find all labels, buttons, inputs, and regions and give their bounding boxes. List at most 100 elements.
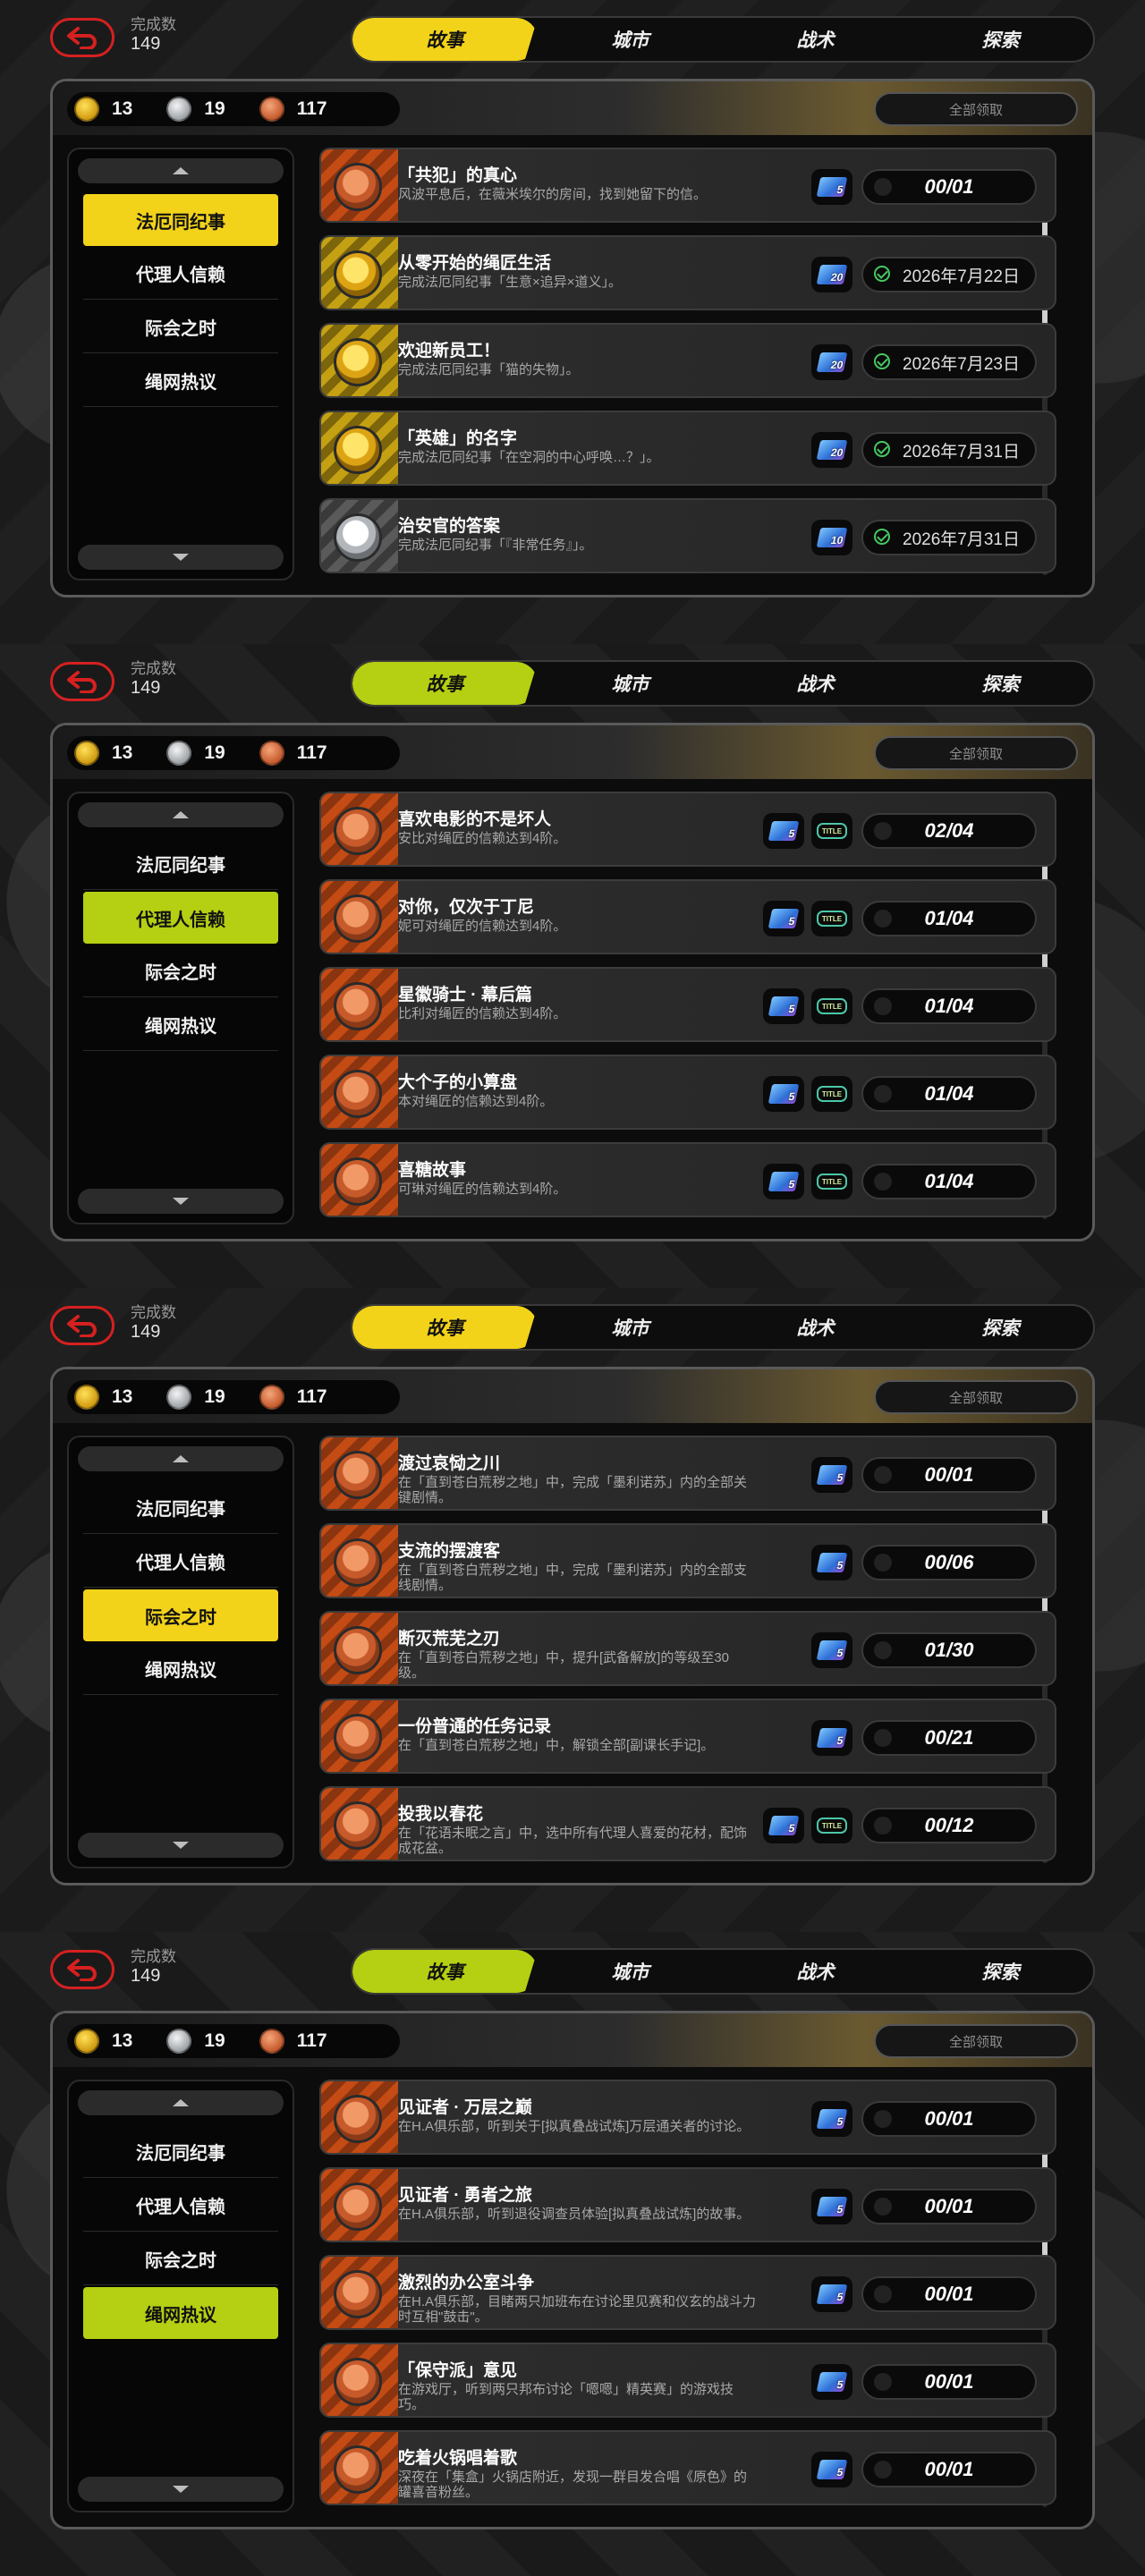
title-reward[interactable]: TITLE	[811, 1808, 852, 1843]
tab-2[interactable]: 战术	[723, 1950, 908, 1993]
sidebar-item-0[interactable]: 法厄同纪事	[83, 838, 278, 890]
sidebar-item-3[interactable]: 绳网热议	[83, 1643, 278, 1695]
back-button[interactable]	[50, 662, 114, 701]
quest-progress[interactable]: 01/30	[861, 1632, 1037, 1668]
quest-row[interactable]: 见证者 · 勇者之旅 在H.A俱乐部，听到退役调查员体验[拟真叠战试炼]的故事。 5…	[319, 2167, 1056, 2242]
card-reward[interactable]: 5	[811, 2452, 852, 2487]
sidebar-scroll-up-button[interactable]	[78, 802, 284, 827]
quest-row[interactable]: 喜欢电影的不是坏人 安比对绳匠的信赖达到4阶。 TITLE 5 02/04	[319, 792, 1056, 867]
sidebar-item-2[interactable]: 际会之时	[83, 2233, 278, 2285]
quest-row[interactable]: 支流的摆渡客 在「直到苍白荒秽之地」中，完成「墨利诺苏」内的全部支线剧情。 5 00/…	[319, 1523, 1056, 1598]
back-button[interactable]	[50, 18, 114, 57]
quest-row[interactable]: 一份普通的任务记录 在「直到苍白荒秽之地」中，解锁全部[副课长手记]。 5 00/21	[319, 1699, 1056, 1774]
title-reward[interactable]: TITLE	[811, 1164, 852, 1199]
tab-0[interactable]: 故事	[352, 18, 538, 61]
quest-row[interactable]: 对你，仅次于丁尼 妮可对绳匠的信赖达到4阶。 TITLE 5 01/04	[319, 879, 1056, 954]
card-reward[interactable]: 5	[811, 2276, 852, 2312]
quest-row[interactable]: 大个子的小算盘 本对绳匠的信赖达到4阶。 TITLE 5 01/04	[319, 1055, 1056, 1130]
title-reward[interactable]: TITLE	[811, 813, 852, 849]
claim-all-button[interactable]: 全部领取	[874, 736, 1078, 770]
sidebar-item-1[interactable]: 代理人信赖	[83, 1536, 278, 1588]
tab-3[interactable]: 探索	[908, 1306, 1093, 1349]
quest-row[interactable]: 欢迎新员工！ 完成法厄同纪事「猫的失物」。 20 2026年7月23日	[319, 323, 1056, 398]
quest-progress[interactable]: 00/01	[861, 1457, 1037, 1493]
quest-progress[interactable]: 02/04	[861, 813, 1037, 849]
tab-2[interactable]: 战术	[723, 662, 908, 705]
tab-3[interactable]: 探索	[908, 18, 1093, 61]
quest-progress[interactable]: 00/12	[861, 1808, 1037, 1843]
tab-3[interactable]: 探索	[908, 1950, 1093, 1993]
tab-0[interactable]: 故事	[352, 662, 538, 705]
quest-progress[interactable]: 00/01	[861, 2276, 1037, 2312]
quest-progress[interactable]: 00/01	[861, 2189, 1037, 2224]
tab-1[interactable]: 城市	[538, 662, 723, 705]
quest-row[interactable]: 吃着火锅唱着歌 深夜在「集盒」火锅店附近，发现一群目发合唱《原色》的罐喜音粉丝。 5…	[319, 2430, 1056, 2505]
quest-progress[interactable]: 01/04	[861, 1076, 1037, 1112]
tab-1[interactable]: 城市	[538, 1950, 723, 1993]
sidebar-item-2[interactable]: 际会之时	[83, 301, 278, 353]
quest-progress[interactable]: 00/21	[861, 1720, 1037, 1756]
card-reward[interactable]: 10	[811, 520, 852, 555]
sidebar-scroll-down-button[interactable]	[78, 1833, 284, 1858]
card-reward[interactable]: 5	[811, 1632, 852, 1668]
sidebar-item-1[interactable]: 代理人信赖	[83, 2180, 278, 2232]
quest-row[interactable]: 断灭荒芜之刃 在「直到苍白荒秽之地」中，提升[武备解放]的等级至30级。 5 01/3…	[319, 1611, 1056, 1686]
sidebar-scroll-up-button[interactable]	[78, 158, 284, 183]
card-reward[interactable]: 5	[811, 2101, 852, 2137]
sidebar-scroll-down-button[interactable]	[78, 1189, 284, 1214]
quest-progress[interactable]: 01/04	[861, 901, 1037, 936]
quest-row[interactable]: 治安官的答案 完成法厄同纪事「『非常任务』」。 10 2026年7月31日	[319, 498, 1056, 573]
card-reward[interactable]: 5	[763, 1164, 804, 1199]
sidebar-scroll-down-button[interactable]	[78, 545, 284, 570]
quest-row[interactable]: 从零开始的绳匠生活 完成法厄同纪事「生意×追异×道义」。 20 2026年7月22日	[319, 235, 1056, 310]
title-reward[interactable]: TITLE	[811, 988, 852, 1024]
quest-progress[interactable]: 00/01	[861, 169, 1037, 205]
quest-row[interactable]: 「共犯」的真心 风波平息后，在薇米埃尔的房间，找到她留下的信。 5 00/01	[319, 148, 1056, 223]
tab-2[interactable]: 战术	[723, 18, 908, 61]
card-reward[interactable]: 20	[811, 344, 852, 380]
tab-0[interactable]: 故事	[352, 1306, 538, 1349]
sidebar-item-0[interactable]: 法厄同纪事	[83, 1482, 278, 1534]
sidebar-item-2[interactable]: 际会之时	[83, 1589, 278, 1641]
card-reward[interactable]: 20	[811, 257, 852, 292]
quest-progress[interactable]: 01/04	[861, 1164, 1037, 1199]
back-button[interactable]	[50, 1950, 114, 1989]
tab-0[interactable]: 故事	[352, 1950, 538, 1993]
card-reward[interactable]: 5	[763, 901, 804, 936]
card-reward[interactable]: 5	[811, 1720, 852, 1756]
card-reward[interactable]: 5	[811, 169, 852, 205]
quest-progress[interactable]: 00/01	[861, 2101, 1037, 2137]
quest-row[interactable]: 星徽骑士 · 幕后篇 比利对绳匠的信赖达到4阶。 TITLE 5 01/04	[319, 967, 1056, 1042]
tab-2[interactable]: 战术	[723, 1306, 908, 1349]
quest-progress[interactable]: 00/01	[861, 2452, 1037, 2487]
card-reward[interactable]: 5	[811, 1457, 852, 1493]
card-reward[interactable]: 5	[763, 1808, 804, 1843]
card-reward[interactable]: 5	[763, 988, 804, 1024]
tab-1[interactable]: 城市	[538, 1306, 723, 1349]
sidebar-item-1[interactable]: 代理人信赖	[83, 248, 278, 300]
quest-row[interactable]: 渡过哀恸之川 在「直到苍白荒秽之地」中，完成「墨利诺苏」内的全部关键剧情。 5 00/…	[319, 1436, 1056, 1511]
claim-all-button[interactable]: 全部领取	[874, 1380, 1078, 1414]
back-button[interactable]	[50, 1306, 114, 1345]
card-reward[interactable]: 5	[811, 1545, 852, 1580]
quest-progress[interactable]: 00/06	[861, 1545, 1037, 1580]
card-reward[interactable]: 5	[763, 1076, 804, 1112]
tab-3[interactable]: 探索	[908, 662, 1093, 705]
sidebar-item-0[interactable]: 法厄同纪事	[83, 194, 278, 246]
sidebar-item-3[interactable]: 绳网热议	[83, 2287, 278, 2339]
sidebar-item-3[interactable]: 绳网热议	[83, 355, 278, 407]
sidebar-item-0[interactable]: 法厄同纪事	[83, 2126, 278, 2178]
sidebar-item-3[interactable]: 绳网热议	[83, 999, 278, 1051]
quest-progress[interactable]: 01/04	[861, 988, 1037, 1024]
quest-progress[interactable]: 00/01	[861, 2364, 1037, 2400]
tab-1[interactable]: 城市	[538, 18, 723, 61]
quest-row[interactable]: 「英雄」的名字 完成法厄同纪事「在空洞的中心呼唤…？」。 20 2026年7月31日	[319, 411, 1056, 486]
sidebar-scroll-up-button[interactable]	[78, 2090, 284, 2115]
card-reward[interactable]: 5	[763, 813, 804, 849]
claim-all-button[interactable]: 全部领取	[874, 2024, 1078, 2058]
sidebar-item-2[interactable]: 际会之时	[83, 945, 278, 997]
sidebar-scroll-down-button[interactable]	[78, 2477, 284, 2502]
claim-all-button[interactable]: 全部领取	[874, 92, 1078, 126]
sidebar-item-1[interactable]: 代理人信赖	[83, 892, 278, 944]
title-reward[interactable]: TITLE	[811, 1076, 852, 1112]
